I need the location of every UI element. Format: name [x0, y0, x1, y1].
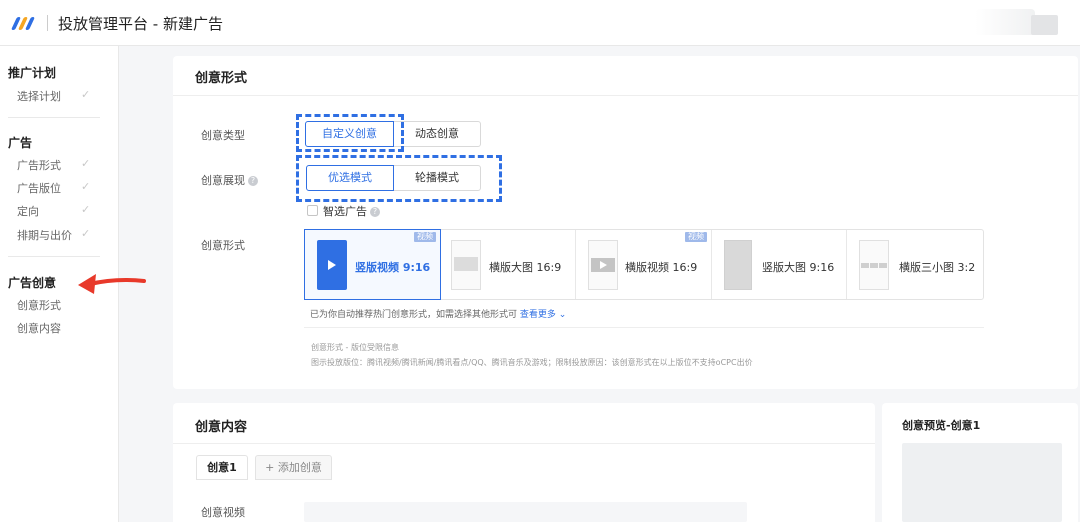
sidebar-item-label: 定向 [17, 205, 39, 218]
format-label: 竖版大图 9:16 [762, 261, 835, 274]
format-label: 横版大图 16:9 [489, 261, 562, 274]
sidebar-item-label: 广告形式 [17, 159, 61, 172]
creative-type-label: 创意类型 [201, 129, 245, 142]
play-icon [600, 261, 607, 269]
format-option-horizontal-image[interactable]: 横版大图 16:9 [441, 230, 576, 299]
video-tag: 视频 [414, 232, 436, 242]
format-option-vertical-image[interactable]: 竖版大图 9:16 [712, 230, 847, 299]
sidebar-item-creative-content[interactable]: 创意内容 [17, 320, 97, 336]
sidebar-divider [8, 256, 100, 257]
creative-preview-title: 创意预览-创意1 [902, 419, 981, 432]
format-label: 横版三小图 3:2 [899, 261, 976, 274]
placement-limit-title: 创意形式 - 版位受限信息 [311, 343, 399, 352]
panel-divider [173, 443, 875, 444]
sidebar-item-targeting[interactable]: 定向 ✓ [17, 203, 97, 219]
avatar[interactable] [1031, 15, 1058, 35]
help-icon[interactable]: ? [370, 207, 380, 217]
help-icon[interactable]: ? [248, 176, 258, 186]
sidebar-item-ad-placement[interactable]: 广告版位 ✓ [17, 180, 97, 196]
format-option-vertical-video[interactable]: 视频 竖版视频 9:16 [304, 229, 441, 300]
platform-logo-icon [10, 14, 38, 32]
check-icon: ✓ [81, 88, 91, 101]
sidebar-item-creative-format[interactable]: 创意形式 [17, 297, 97, 313]
creative-format-panel [173, 56, 1078, 389]
format-options: 视频 竖版视频 9:16 横版大图 16:9 视频 横版视频 16:9 竖版大图… [304, 229, 984, 300]
image-thumbnail [724, 240, 752, 290]
smart-ad-label: 智选广告? [323, 203, 380, 219]
check-icon: ✓ [81, 157, 91, 170]
sidebar-item-label: 创意形式 [17, 299, 61, 312]
top-bar: 投放管理平台 - 新建广告 [0, 0, 1080, 46]
sidebar-item-label: 排期与出价 [17, 229, 72, 242]
video-tag: 视频 [685, 232, 707, 242]
placement-limit-text: 图示投放版位：腾讯视频/腾讯新闻/腾讯看点/QQ、腾讯音乐及游戏；限制投放原因：… [311, 358, 753, 367]
format-option-three-images[interactable]: 横版三小图 3:2 [847, 230, 983, 299]
creative-display-label: 创意展现? [201, 172, 258, 188]
header-user-area[interactable] [975, 9, 1035, 35]
display-carousel-option[interactable]: 轮播模式 [393, 165, 481, 191]
video-thumbnail [317, 240, 347, 290]
image-thumbnail [859, 240, 889, 290]
recommend-hint: 已为你自动推荐热门创意形式，如需选择其他形式可 查看更多 ⌄ [310, 310, 567, 320]
tab-creative-1[interactable]: 创意1 [196, 455, 248, 480]
creative-video-field[interactable] [304, 502, 747, 522]
panel-divider [173, 95, 1078, 96]
section-divider [304, 327, 984, 328]
sidebar-group-ad: 广告 [8, 136, 33, 150]
sidebar-item-ad-format[interactable]: 广告形式 ✓ [17, 157, 97, 173]
sidebar-divider [8, 117, 100, 118]
sidebar-group-plan: 推广计划 [8, 66, 57, 80]
format-label: 横版视频 16:9 [625, 261, 698, 274]
creative-video-label: 创意视频 [201, 506, 245, 519]
sidebar-item-schedule-bid[interactable]: 排期与出价 ✓ [17, 227, 97, 243]
creative-preview-area [902, 443, 1062, 522]
video-thumbnail [588, 240, 618, 290]
add-creative-tab[interactable]: + 添加创意 [255, 455, 332, 480]
creative-form-label: 创意形式 [201, 239, 245, 252]
check-icon: ✓ [81, 227, 91, 240]
format-label: 竖版视频 9:16 [355, 261, 431, 274]
image-thumbnail [451, 240, 481, 290]
page-title: 投放管理平台 - 新建广告 [58, 15, 223, 33]
sidebar-item-label: 广告版位 [17, 182, 61, 195]
display-optimal-option[interactable]: 优选模式 [306, 165, 394, 191]
creative-type-custom-option[interactable]: 自定义创意 [305, 121, 394, 147]
sidebar-item-select-plan[interactable]: 选择计划 ✓ [17, 88, 97, 104]
check-icon: ✓ [81, 203, 91, 216]
smart-ad-checkbox[interactable] [307, 205, 318, 216]
creative-content-title: 创意内容 [195, 420, 248, 435]
red-arrow-icon [78, 274, 146, 294]
creative-type-dynamic-option[interactable]: 动态创意 [393, 121, 481, 147]
creative-format-title: 创意形式 [195, 71, 248, 86]
chevron-down-icon: ⌄ [558, 310, 567, 320]
check-icon: ✓ [81, 180, 91, 193]
sidebar-group-creative: 广告创意 [8, 276, 57, 290]
sidebar-item-label: 创意内容 [17, 322, 61, 335]
play-icon [328, 260, 336, 270]
format-option-horizontal-video[interactable]: 视频 横版视频 16:9 [576, 230, 712, 299]
header-divider [47, 15, 48, 31]
view-more-link[interactable]: 查看更多 ⌄ [520, 310, 566, 320]
sidebar-item-label: 选择计划 [17, 90, 61, 103]
